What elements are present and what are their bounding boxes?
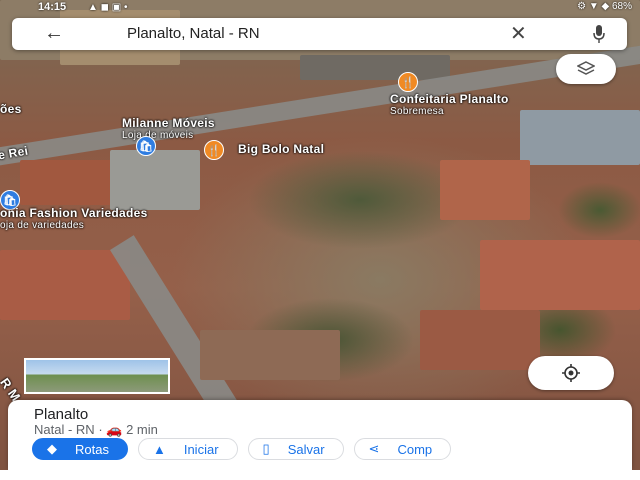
building-roof (480, 240, 640, 310)
confeitaria-type: Sobremesa (390, 106, 444, 117)
building-roof (440, 160, 530, 220)
milanne-type: Loja de móveis (122, 130, 194, 141)
search-bar[interactable]: ← Planalto, Natal - RN ✕ (12, 18, 627, 50)
building-roof (110, 150, 200, 210)
restaurant-pin-icon[interactable]: 🍴 (398, 72, 418, 92)
milanne-label[interactable]: Milanne Móveis Loja de móveis (122, 116, 215, 141)
directions-button[interactable]: ◆ Rotas (32, 438, 128, 460)
building-roof (300, 55, 450, 80)
status-time: 14:15 (38, 1, 67, 13)
my-location-button[interactable] (528, 356, 614, 390)
bookmark-icon: ▯ (262, 441, 270, 456)
place-meta: Natal - RN · 🚗 2 min (34, 422, 158, 438)
system-nav-bar (0, 470, 640, 480)
my-location-icon (562, 364, 580, 382)
building-roof (20, 160, 120, 205)
shop-pin-icon[interactable]: 🛍 (136, 136, 156, 156)
status-icons-right: ⚙ ▼ ◆ 68% (577, 1, 632, 12)
save-label: Salvar (287, 441, 325, 457)
car-icon: 🚗 (106, 422, 123, 437)
action-chips: ◆ Rotas ▲ Iniciar ▯ Salvar ⋖ Comp (32, 438, 452, 460)
building-roof (0, 250, 130, 320)
layers-button[interactable] (556, 54, 616, 84)
meta-separator: · (98, 422, 103, 437)
share-icon: ⋖ (368, 441, 380, 456)
place-name: Planalto (34, 406, 89, 423)
confeitaria-name: Confeitaria Planalto (390, 92, 509, 106)
start-label: Iniciar (183, 441, 219, 457)
building-roof (420, 310, 540, 370)
fashion-name: onia Fashion Variedades (0, 206, 148, 220)
status-bar: 14:15 ▲ ◼ ▣ • ⚙ ▼ ◆ 68% (0, 0, 640, 16)
microphone-icon[interactable] (592, 24, 606, 44)
fashion-label[interactable]: onia Fashion Variedades oja de variedade… (0, 206, 148, 231)
restaurant-pin-icon[interactable]: 🍴 (204, 140, 224, 160)
bigbolo-label[interactable]: Big Bolo Natal (238, 142, 324, 156)
edge-label-top: ões (0, 102, 22, 116)
directions-icon: ◆ (47, 441, 57, 456)
search-query[interactable]: Planalto, Natal - RN (127, 25, 260, 42)
street-view-thumbnail[interactable] (24, 358, 170, 394)
share-button[interactable]: ⋖ Comp (353, 438, 452, 460)
fashion-type: oja de variedades (0, 220, 85, 231)
status-icons-left: ▲ ◼ ▣ • (88, 2, 128, 13)
milanne-name: Milanne Móveis (122, 116, 215, 130)
confeitaria-label[interactable]: Confeitaria Planalto Sobremesa (390, 92, 509, 117)
share-label: Comp (397, 441, 433, 457)
directions-label: Rotas (75, 441, 109, 457)
save-button[interactable]: ▯ Salvar (247, 438, 344, 460)
building-roof (200, 330, 340, 380)
navigation-icon: ▲ (152, 441, 166, 457)
building-roof (520, 110, 640, 165)
place-region: Natal - RN (34, 422, 95, 437)
layers-icon (577, 61, 595, 75)
place-sheet[interactable]: Planalto Natal - RN · 🚗 2 min ◆ Rotas ▲ … (8, 400, 632, 470)
start-button[interactable]: ▲ Iniciar (137, 438, 238, 460)
close-icon[interactable]: ✕ (510, 21, 527, 46)
back-arrow-icon[interactable]: ← (44, 22, 64, 45)
drive-time: 2 min (126, 422, 158, 437)
